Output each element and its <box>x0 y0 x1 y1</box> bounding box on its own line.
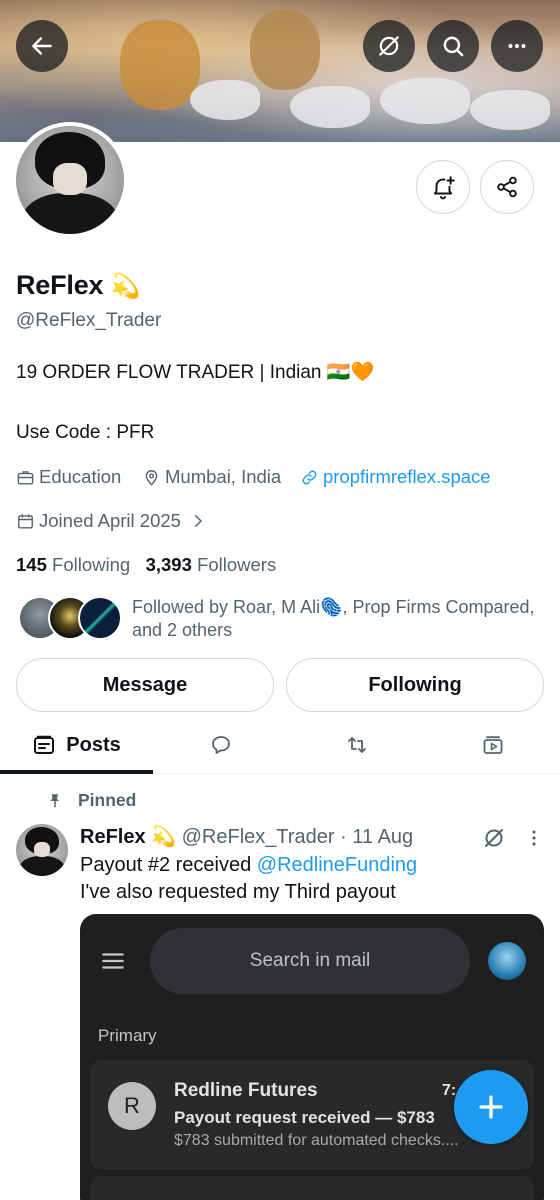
mention-link[interactable]: @RedlineFunding <box>257 854 417 876</box>
following-count-link[interactable]: 145 Following <box>16 554 130 575</box>
avatar-image <box>16 126 124 234</box>
search-icon <box>443 36 464 57</box>
tab-media[interactable] <box>425 716 560 774</box>
more-button[interactable] <box>491 20 543 72</box>
mail-search-bar: Search in mail <box>150 928 470 994</box>
post-header: ReFlex 💫 @ReFlex_Trader · 11 Aug <box>80 824 413 849</box>
banner-horse <box>290 86 370 128</box>
following-count: 145 <box>16 554 47 575</box>
profile-joined[interactable]: Joined April 2025 <box>16 510 207 532</box>
followers-count: 3,393 <box>145 554 192 575</box>
profile-location: Mumbai, India <box>142 466 281 488</box>
chevron-right-icon <box>194 515 203 527</box>
pinned-label: Pinned <box>78 790 137 810</box>
avatar-image <box>16 824 68 876</box>
post-author-avatar[interactable] <box>16 824 68 876</box>
profile-avatar[interactable] <box>12 122 128 238</box>
briefcase-icon <box>17 470 34 485</box>
repost-icon <box>348 737 366 753</box>
profile-handle: @ReFlex_Trader <box>16 310 162 331</box>
post-author-name[interactable]: ReFlex 💫 <box>80 826 176 848</box>
more-vertical-icon <box>532 830 536 846</box>
share-button[interactable] <box>480 160 534 214</box>
category-label: Education <box>39 466 122 487</box>
bio-line: 19 ORDER FLOW TRADER | Indian 🇮🇳🧡 <box>16 362 375 383</box>
sender-initial: R <box>124 1093 140 1118</box>
share-icon <box>497 176 517 198</box>
mail-subject: Payout request received — $783 <box>174 1108 435 1127</box>
mail-account-avatar <box>488 942 526 980</box>
mail-sender: Redline Futures <box>174 1080 318 1101</box>
arrow-left-icon <box>32 37 52 55</box>
video-library-icon <box>483 736 502 754</box>
website-link[interactable]: propfirmreflex.space <box>323 466 491 488</box>
mail-row-partial <box>90 1176 534 1200</box>
post-text-prefix: Payout #2 received <box>80 854 257 876</box>
message-button[interactable]: Message <box>16 658 274 712</box>
followed-by-avatars[interactable] <box>18 596 122 640</box>
banner-figure <box>120 20 200 110</box>
notifications-button[interactable] <box>416 160 470 214</box>
banner-horse <box>470 90 550 130</box>
post-date[interactable]: 11 Aug <box>352 826 413 848</box>
name-emoji: 💫 <box>110 273 141 300</box>
bell-plus-icon <box>433 176 455 200</box>
profile-category: Education <box>16 466 121 488</box>
follower-avatar <box>78 596 122 640</box>
joined-label: Joined April 2025 <box>39 510 181 531</box>
followed-by-text[interactable]: Followed by Roar, M Ali🫆, Prop Firms Com… <box>132 596 542 642</box>
post-separator: · <box>340 826 347 848</box>
followers-count-link[interactable]: 3,393 Followers <box>146 554 277 575</box>
mail-snippet: $783 submitted for automated checks.... <box>174 1132 459 1149</box>
active-tab-indicator <box>0 770 153 774</box>
post-more-button[interactable] <box>520 822 548 854</box>
tab-reposts[interactable] <box>289 716 425 774</box>
grok-icon <box>379 36 399 56</box>
following-label: Following <box>52 554 131 575</box>
tab-posts-label: Posts <box>66 733 121 756</box>
reply-bubble-icon <box>212 736 230 754</box>
banner-horse <box>190 80 260 120</box>
pin-icon <box>50 793 60 808</box>
grok-button[interactable] <box>363 20 415 72</box>
following-button[interactable]: Following <box>286 658 544 712</box>
mail-search-placeholder: Search in mail <box>249 950 371 971</box>
plus-icon <box>479 1095 503 1119</box>
follow-counts: 145 Following 3,393 Followers <box>16 554 276 576</box>
more-horizontal-icon <box>508 44 526 48</box>
profile-banner[interactable] <box>0 0 560 142</box>
location-label: Mumbai, India <box>165 466 282 487</box>
profile-tabs: Posts <box>0 716 560 774</box>
link-icon <box>302 470 317 484</box>
post-text-line: Payout #2 received @RedlineFunding <box>80 852 417 879</box>
posts-icon <box>34 735 55 754</box>
location-pin-icon <box>145 469 158 486</box>
post-text: Payout #2 received @RedlineFunding I've … <box>80 852 417 906</box>
back-button[interactable] <box>16 20 68 72</box>
profile-name: ReFlex 💫 <box>16 270 141 301</box>
profile-website[interactable]: propfirmreflex.space <box>300 466 491 488</box>
compose-post-button[interactable] <box>454 1070 528 1144</box>
post-image[interactable]: Search in mail Primary R Redline Futures… <box>80 914 544 1200</box>
tab-replies[interactable] <box>153 716 289 774</box>
mail-section-label: Primary <box>98 1026 157 1045</box>
banner-horse <box>380 78 470 124</box>
banner-figure <box>250 10 320 90</box>
post-author-handle[interactable]: @ReFlex_Trader <box>182 826 335 848</box>
grok-icon <box>485 829 503 847</box>
tab-posts[interactable]: Posts <box>0 716 153 774</box>
menu-icon <box>102 953 124 969</box>
post-grok-button[interactable] <box>478 822 510 854</box>
pinned-indicator: Pinned <box>46 790 136 811</box>
bio-line: Use Code : PFR <box>16 422 155 443</box>
calendar-icon <box>18 513 33 529</box>
followers-label: Followers <box>197 554 277 575</box>
post-text-line: I've also requested my Third payout <box>80 881 396 903</box>
display-name: ReFlex <box>16 270 104 300</box>
search-button[interactable] <box>427 20 479 72</box>
sender-avatar: R <box>108 1082 156 1130</box>
